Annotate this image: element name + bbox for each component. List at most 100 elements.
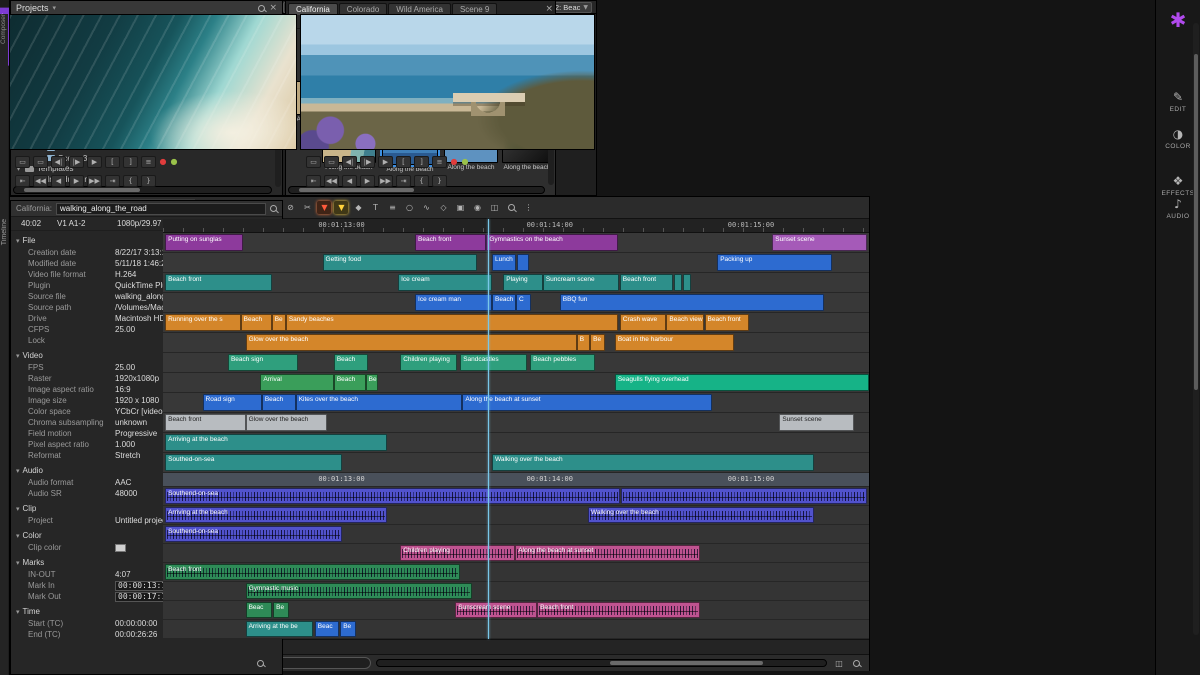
close-icon[interactable]: × bbox=[545, 4, 553, 14]
collapse-icon[interactable]: ≡ bbox=[385, 201, 399, 214]
timeline-clip[interactable]: Beach front bbox=[620, 274, 673, 291]
timeline-ruler[interactable]: 00:01:13:0000:01:14:0000:01:15:00 bbox=[163, 219, 869, 233]
timeline-clip[interactable]: Be bbox=[366, 374, 378, 391]
timeline-clip[interactable] bbox=[621, 488, 867, 504]
chevron-down-icon[interactable]: ▾ bbox=[53, 4, 57, 12]
track-lane-v11-notes[interactable]: Getting foodLunchPacking up bbox=[163, 253, 869, 273]
track-lane-v1-vid[interactable]: Southed-on-sea Walking over the beach bbox=[163, 453, 869, 473]
mark-clip-icon[interactable]: ≡ bbox=[432, 156, 447, 168]
go-to-in-icon[interactable]: { bbox=[123, 175, 138, 187]
keyframe-icon[interactable]: ◆ bbox=[351, 201, 365, 214]
track-lane-v2-vid[interactable]: Arriving at the beach bbox=[163, 433, 869, 453]
media-composer-logo-icon[interactable]: ✱ bbox=[1170, 8, 1187, 32]
track-lane-a8-vo[interactable]: Arriving at the beBeacBe bbox=[163, 620, 869, 639]
timeline-clip[interactable]: Putting on sunglas bbox=[165, 234, 243, 251]
timeline-clip[interactable]: Beach view bbox=[666, 314, 704, 331]
search-icon[interactable] bbox=[258, 5, 265, 12]
go-to-start-icon[interactable]: ⇤ bbox=[306, 175, 321, 187]
timeline-clip[interactable]: Be bbox=[590, 334, 605, 351]
mark-in-icon[interactable]: [ bbox=[396, 156, 411, 168]
cut-icon[interactable]: ✂ bbox=[300, 201, 314, 214]
close-icon[interactable]: × bbox=[269, 3, 277, 13]
timeline-clip[interactable]: Along the beach at sunset bbox=[462, 394, 711, 411]
timeline-clip[interactable]: Getting food bbox=[323, 254, 478, 271]
workspace-edit[interactable]: ✎EDIT bbox=[1170, 90, 1187, 113]
timeline-clip[interactable]: Beach front bbox=[705, 314, 749, 331]
go-to-end-icon[interactable]: ⇥ bbox=[105, 175, 120, 187]
timeline-clip[interactable] bbox=[674, 274, 682, 291]
gang-icon[interactable]: ▭ bbox=[324, 156, 339, 168]
record-dot[interactable]: ● bbox=[450, 156, 458, 168]
timeline-clip[interactable]: Beach front bbox=[415, 234, 486, 251]
track-lane-v8-rec[interactable]: Running over the sBeachBeSandy beachesCr… bbox=[163, 313, 869, 333]
track-lane-a4-sot[interactable]: Children playingAlong the beach at sunse… bbox=[163, 544, 869, 563]
track-lane-v3-stock[interactable]: Beach frontGlow over the beachSunset sce… bbox=[163, 413, 869, 433]
timeline-clip[interactable]: Suncream scene bbox=[543, 274, 619, 291]
timeline-horizontal-scrollbar[interactable] bbox=[376, 659, 827, 667]
timeline-clip[interactable]: Beach bbox=[241, 314, 272, 331]
timeline-clip[interactable]: Glow over the beach bbox=[246, 414, 328, 431]
step-forward-icon[interactable]: ▶ bbox=[360, 175, 375, 187]
timeline-clip[interactable]: Beach front bbox=[165, 274, 272, 291]
prev-edit-icon[interactable]: ◀| bbox=[51, 156, 66, 168]
go-to-out-icon[interactable]: } bbox=[141, 175, 156, 187]
source-record-toggle-icon[interactable]: ▭ bbox=[306, 156, 321, 168]
timeline-clip[interactable]: Walking over the beach bbox=[588, 507, 814, 523]
timeline-clip[interactable]: Southed-on-sea bbox=[165, 454, 342, 471]
find-icon[interactable] bbox=[504, 201, 518, 214]
timeline-clip[interactable]: Gymnastics on the beach bbox=[486, 234, 617, 251]
timeline-clip[interactable]: BBQ fun bbox=[560, 294, 824, 311]
timeline-clip[interactable] bbox=[683, 274, 691, 291]
search-icon[interactable] bbox=[270, 205, 277, 212]
mark-out-icon[interactable]: ] bbox=[123, 156, 138, 168]
fast-forward-icon[interactable]: ▶▶ bbox=[378, 175, 393, 187]
ready-dot[interactable]: ● bbox=[461, 156, 469, 168]
timeline-clip[interactable]: Children playing bbox=[400, 354, 457, 371]
timeline-clip[interactable]: Ice cream man bbox=[415, 294, 492, 311]
timeline-clip[interactable]: Beach front bbox=[165, 414, 245, 431]
timeline-clip[interactable]: Kites over the beach bbox=[296, 394, 463, 411]
timeline-clip[interactable]: Beach bbox=[334, 374, 366, 391]
ready-dot[interactable]: ● bbox=[170, 156, 178, 168]
go-to-in-icon[interactable]: { bbox=[414, 175, 429, 187]
lift-overwrite-icon[interactable]: ▼ bbox=[317, 201, 331, 214]
play-icon[interactable]: ▶ bbox=[87, 156, 102, 168]
composer-rail-tab[interactable]: Composer bbox=[0, 14, 8, 675]
play-icon[interactable]: ▶ bbox=[378, 156, 393, 168]
timeline-clip[interactable]: Gymnastic music bbox=[246, 583, 473, 599]
track-lane-a7-vo[interactable]: BeacBeSunscream sceneBeach front bbox=[163, 601, 869, 620]
track-lane-v7-experts[interactable]: Glow over the beachBBeBoat in the harbou… bbox=[163, 333, 869, 353]
step-forward-icon[interactable]: ▶ bbox=[69, 175, 84, 187]
go-to-end-icon[interactable]: ⇥ bbox=[396, 175, 411, 187]
clip-name-field[interactable]: walking_along_the_road bbox=[56, 203, 266, 215]
timeline-clip[interactable]: Sandy beaches bbox=[286, 314, 618, 331]
workspace-color[interactable]: ◑COLOR bbox=[1165, 127, 1191, 150]
record-dot[interactable]: ● bbox=[159, 156, 167, 168]
title-tool-icon[interactable]: T bbox=[368, 201, 382, 214]
timeline-clip[interactable]: Ice cream bbox=[398, 274, 492, 291]
rewind-icon[interactable]: ◀◀ bbox=[324, 175, 339, 187]
track-lane-tc1[interactable]: 00:01:13:0000:01:14:0000:01:15:00 bbox=[163, 473, 869, 487]
prev-edit-icon[interactable]: ◀| bbox=[342, 156, 357, 168]
timeline-clip[interactable]: Walking over the beach bbox=[492, 454, 814, 471]
track-lane-v12[interactable]: Putting on sunglas Beach frontGymnastics … bbox=[163, 233, 869, 253]
timeline-clip[interactable]: Beach front bbox=[537, 602, 699, 618]
timeline-vertical-scrollbar[interactable] bbox=[1193, 23, 1199, 635]
gang-icon[interactable]: ▭ bbox=[33, 156, 48, 168]
timeline-clip[interactable]: Road sign bbox=[203, 394, 262, 411]
timeline-clip[interactable]: Beach bbox=[262, 394, 296, 411]
source-record-toggle-icon[interactable]: ▭ bbox=[15, 156, 30, 168]
timeline-clip[interactable]: Lunch bbox=[492, 254, 516, 271]
timeline-clip[interactable]: Beach pebbles bbox=[530, 354, 595, 371]
extract-splice-icon[interactable]: ▼ bbox=[334, 201, 348, 214]
step-back-icon[interactable]: ◀ bbox=[342, 175, 357, 187]
timeline-clip[interactable]: Arrival bbox=[260, 374, 333, 391]
track-lane-v5-vfx[interactable]: ArrivalBeachBeSeagulls flying overhead bbox=[163, 373, 869, 393]
mark-out-icon[interactable]: ] bbox=[414, 156, 429, 168]
track-lane-a6-mus[interactable]: Gymnastic music bbox=[163, 582, 869, 601]
track-lane-v6-vfx[interactable]: Beach signBeachChildren playingSandcastl… bbox=[163, 353, 869, 373]
track-lane-v4-comp[interactable]: Road signBeachKites over the beachAlong … bbox=[163, 393, 869, 413]
step-back-icon[interactable]: ◀ bbox=[51, 175, 66, 187]
timeline-clip[interactable]: Beach front bbox=[165, 564, 460, 580]
timeline-clip[interactable]: Beach sign bbox=[228, 354, 298, 371]
